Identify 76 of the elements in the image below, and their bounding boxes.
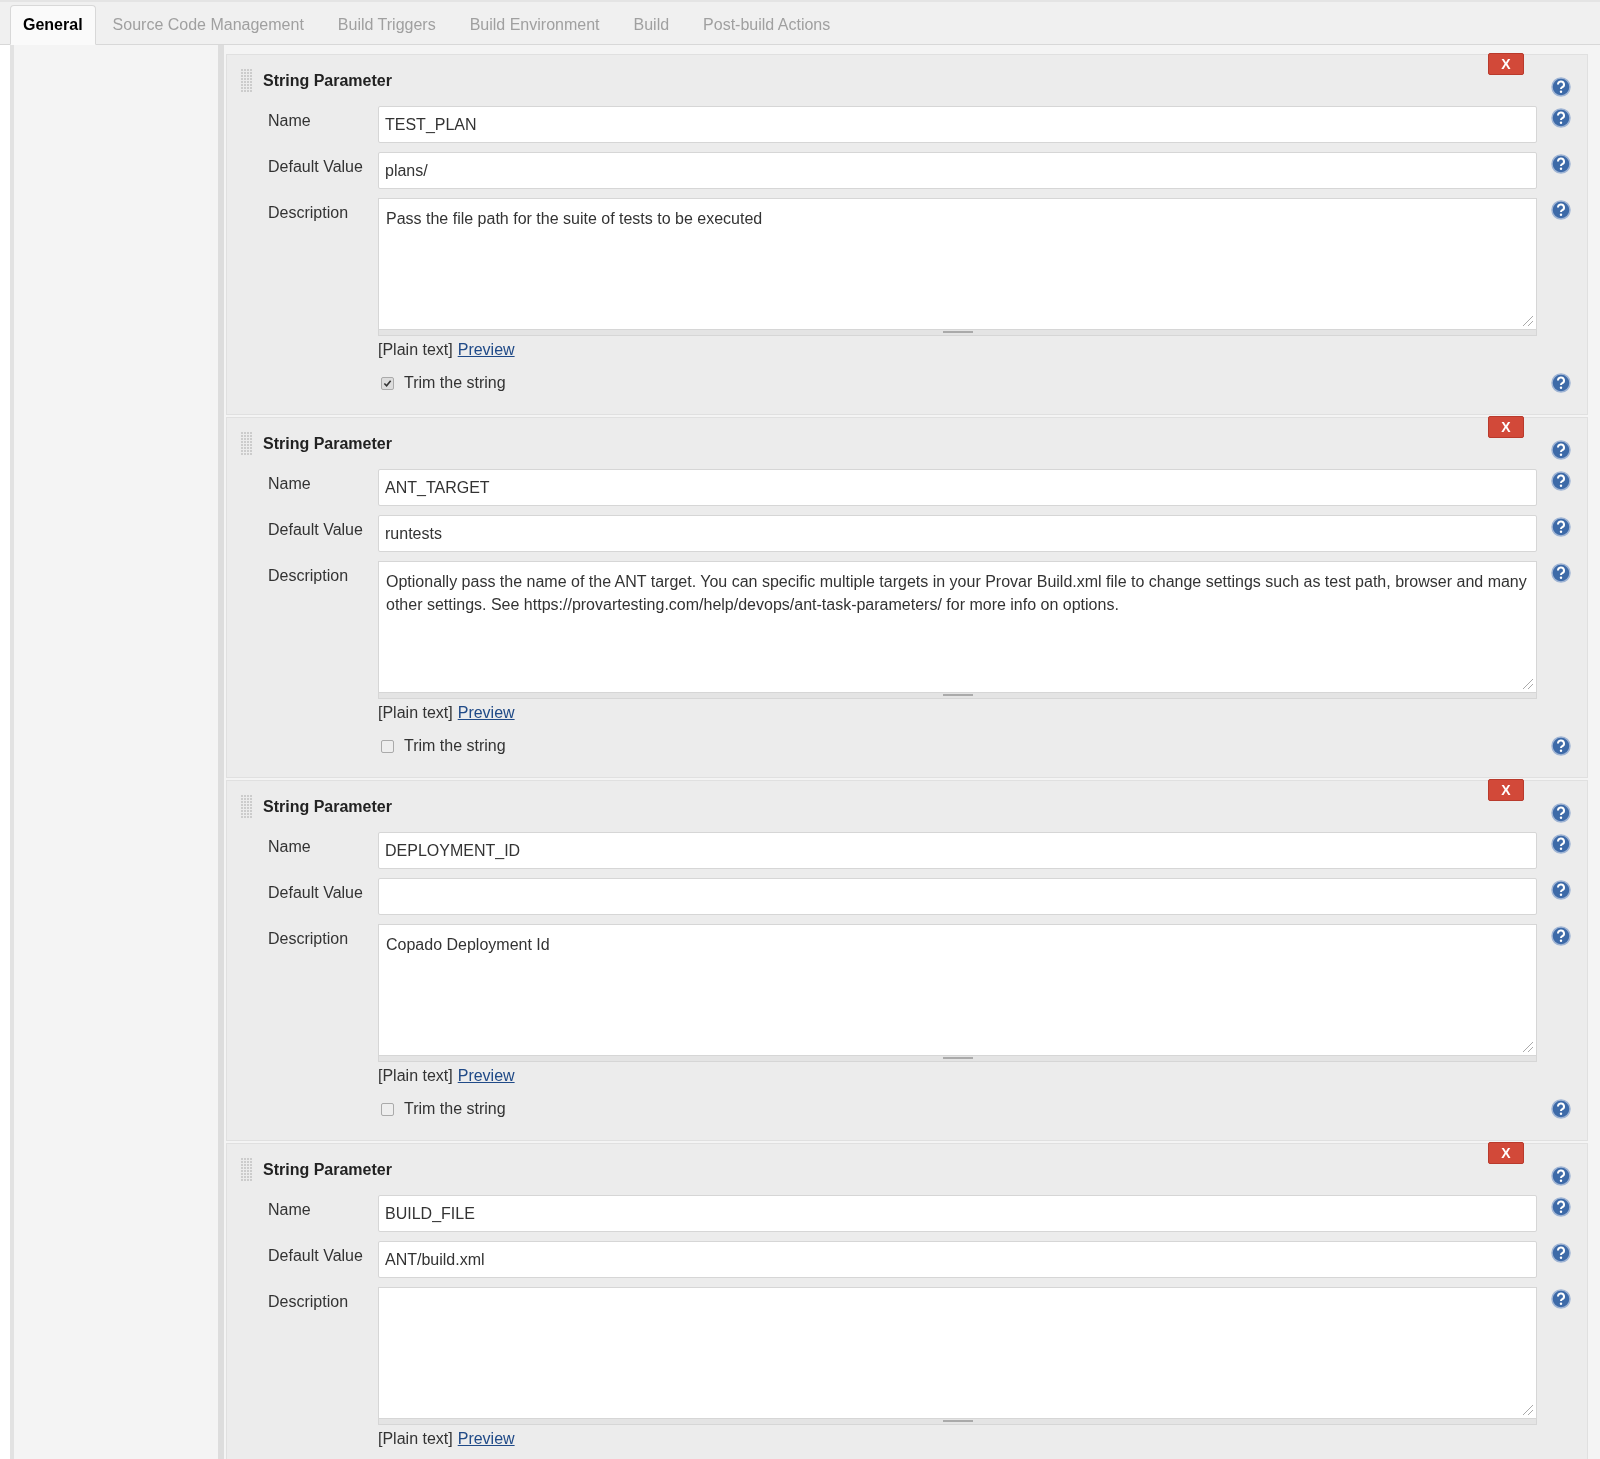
resize-grip-icon[interactable] bbox=[1522, 1404, 1534, 1416]
preview-link[interactable]: Preview bbox=[457, 1430, 515, 1447]
delete-button[interactable]: X bbox=[1488, 416, 1524, 438]
description-textarea[interactable]: Pass the file path for the suite of tests to be executed bbox=[378, 198, 1537, 330]
help-icon[interactable] bbox=[1551, 880, 1571, 900]
help-icon[interactable] bbox=[1551, 563, 1571, 583]
format-label: [Plain text] bbox=[378, 704, 453, 721]
help-icon[interactable] bbox=[1551, 1289, 1571, 1309]
help-icon[interactable] bbox=[1551, 834, 1571, 854]
drag-handle-icon[interactable] bbox=[241, 69, 253, 93]
resize-grip-icon[interactable] bbox=[1522, 1041, 1534, 1053]
field-label: Name bbox=[267, 1200, 312, 1219]
text-field[interactable] bbox=[378, 878, 1537, 915]
format-label: [Plain text] bbox=[378, 341, 453, 358]
checkbox-label: Trim the string bbox=[404, 737, 506, 755]
preview-link[interactable]: Preview bbox=[457, 1067, 515, 1084]
drag-handle-icon[interactable] bbox=[241, 1158, 253, 1182]
help-icon[interactable] bbox=[1551, 1099, 1571, 1119]
text-field[interactable]: runtests bbox=[378, 515, 1537, 552]
field-label: Description bbox=[267, 929, 350, 948]
help-icon[interactable] bbox=[1551, 108, 1571, 128]
description-text: Pass the file path for the suite of tests to be executed bbox=[386, 209, 764, 229]
preview-link[interactable]: Preview bbox=[457, 704, 515, 721]
help-icon[interactable] bbox=[1551, 1166, 1571, 1186]
resize-grip-icon[interactable] bbox=[1522, 678, 1534, 690]
field-label: Default Value bbox=[267, 157, 364, 176]
description-text: Copado Deployment Id bbox=[386, 935, 551, 955]
parameter-title: String Parameter bbox=[263, 1161, 392, 1179]
checkbox-label: Trim the string bbox=[404, 374, 506, 392]
parameter-title: String Parameter bbox=[263, 72, 392, 90]
help-icon[interactable] bbox=[1551, 803, 1571, 823]
help-icon[interactable] bbox=[1551, 471, 1571, 491]
checkbox[interactable] bbox=[381, 1102, 394, 1116]
field-label: Description bbox=[267, 203, 350, 222]
text-field[interactable]: ANT/build.xml bbox=[378, 1241, 1537, 1278]
description-textarea[interactable] bbox=[378, 561, 1537, 693]
help-icon[interactable] bbox=[1551, 440, 1571, 460]
text-field[interactable]: TEST_PLAN bbox=[378, 106, 1537, 143]
delete-button[interactable]: X bbox=[1488, 779, 1524, 801]
parameter-title: String Parameter bbox=[263, 798, 392, 816]
preview-link[interactable]: Preview bbox=[457, 341, 515, 358]
field-label: Description bbox=[267, 1292, 350, 1311]
description-textarea[interactable]: Copado Deployment Id bbox=[378, 924, 1537, 1056]
field-label: Default Value bbox=[267, 520, 364, 539]
drag-handle-icon[interactable] bbox=[241, 432, 253, 456]
field-label: Default Value bbox=[267, 883, 364, 902]
help-icon[interactable] bbox=[1551, 926, 1571, 946]
help-icon[interactable] bbox=[1551, 200, 1571, 220]
help-icon[interactable] bbox=[1551, 373, 1571, 393]
help-icon[interactable] bbox=[1551, 1197, 1571, 1217]
resize-grip-icon[interactable] bbox=[1522, 315, 1534, 327]
checkbox[interactable] bbox=[381, 739, 394, 753]
help-icon[interactable] bbox=[1551, 736, 1571, 756]
help-icon[interactable] bbox=[1551, 77, 1571, 97]
help-icon[interactable] bbox=[1551, 517, 1571, 537]
field-label: Name bbox=[267, 474, 312, 493]
text-field[interactable]: DEPLOYMENT_ID bbox=[378, 832, 1537, 869]
format-label: [Plain text] bbox=[378, 1430, 453, 1447]
parameter-title: String Parameter bbox=[263, 435, 392, 453]
description-text: Optionally pass the name of the ANT target. You can specific multiple targets in your Provar Build.xml file to change settings such as test path, browser and many other settings. See https://provartesting.com/help/devops/ant-task-parameters/ for more info on options. bbox=[386, 572, 1528, 615]
field-label: Description bbox=[267, 566, 350, 585]
drag-handle-icon[interactable] bbox=[241, 795, 253, 819]
help-icon[interactable] bbox=[1551, 154, 1571, 174]
field-label: Name bbox=[267, 111, 312, 130]
checkbox[interactable] bbox=[381, 376, 394, 390]
tab[interactable]: General bbox=[10, 5, 96, 45]
format-label: [Plain text] bbox=[378, 1067, 453, 1084]
text-field[interactable]: plans/ bbox=[378, 152, 1537, 189]
text-field[interactable]: BUILD_FILE bbox=[378, 1195, 1537, 1232]
field-label: Default Value bbox=[267, 1246, 364, 1265]
field-label: Name bbox=[267, 837, 312, 856]
checkbox-label: Trim the string bbox=[404, 1100, 506, 1118]
delete-button[interactable]: X bbox=[1488, 53, 1524, 75]
help-icon[interactable] bbox=[1551, 1243, 1571, 1263]
delete-button[interactable]: X bbox=[1488, 1142, 1524, 1164]
text-field[interactable]: ANT_TARGET bbox=[378, 469, 1537, 506]
